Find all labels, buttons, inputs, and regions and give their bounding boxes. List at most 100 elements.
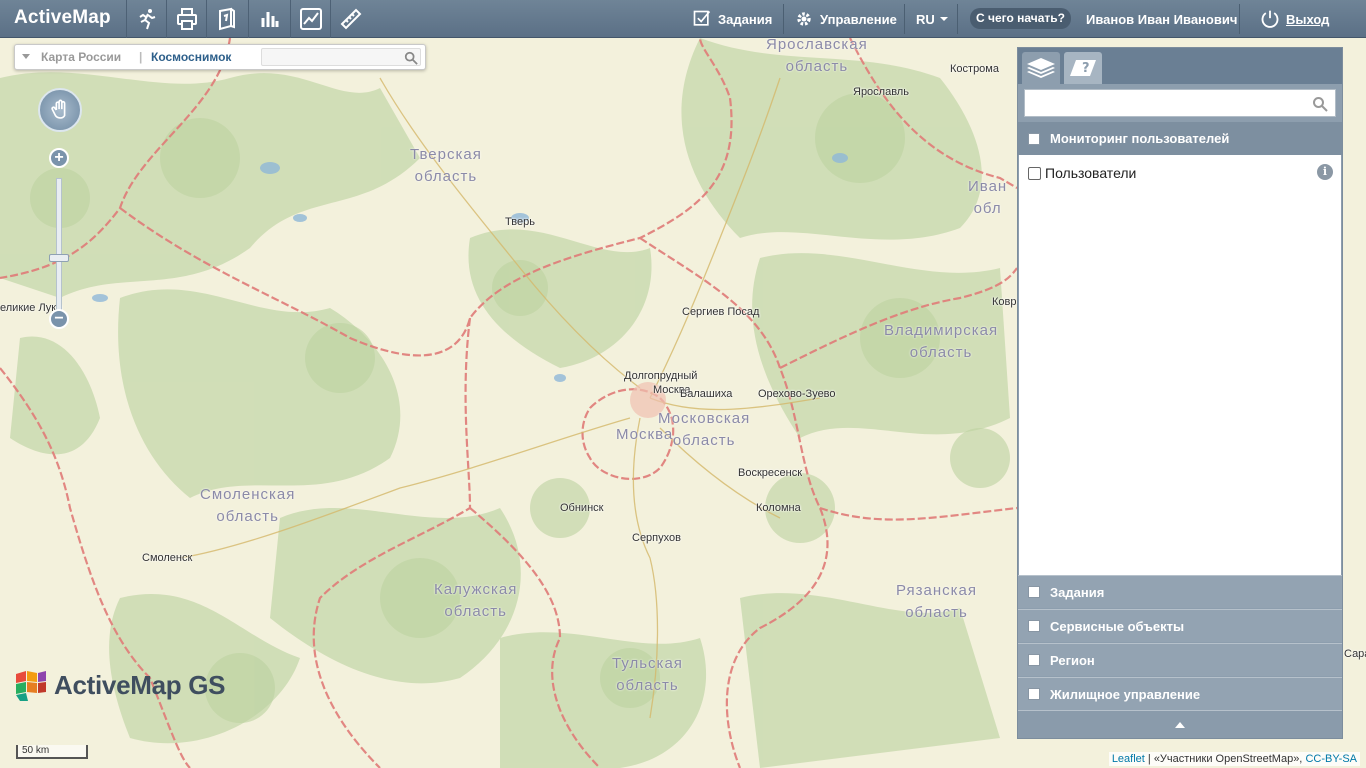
region-label: Смоленская область (200, 486, 296, 525)
book-icon (218, 7, 235, 31)
group-tasks[interactable]: Задания (1018, 575, 1342, 608)
line-chart-icon (299, 8, 322, 30)
zoom-slider[interactable] (56, 178, 62, 316)
chevron-down-icon (939, 17, 948, 21)
group-service-objects[interactable]: Сервисные объекты (1018, 609, 1342, 642)
language-value: RU (916, 11, 935, 27)
print-button[interactable] (166, 0, 206, 38)
measure-button[interactable] (330, 0, 370, 38)
city-label: Коломна (756, 502, 801, 514)
layer-label: Пользователи (1045, 165, 1137, 181)
logout-button[interactable]: Выход (1260, 0, 1329, 38)
group-checkbox[interactable] (1028, 620, 1040, 632)
getting-started-button[interactable]: С чего начать? (970, 8, 1071, 29)
statistics-button[interactable] (248, 0, 288, 38)
city-label: Ярославль (853, 86, 909, 98)
region-label: Москва (616, 426, 674, 443)
group-label: Задания (1050, 584, 1105, 600)
leaflet-link[interactable]: Leaflet (1112, 753, 1145, 765)
scale-bar: 50 km (16, 745, 88, 759)
group-checkbox[interactable] (1028, 688, 1040, 700)
attribution-text: | «Участники OpenStreetMap», (1144, 753, 1306, 765)
base-layer-switch: Карта России | Космоснимок (14, 44, 426, 70)
city-label: Воскресенск (738, 467, 803, 479)
city-label: Балашиха (680, 388, 733, 400)
info-icon[interactable]: i (1317, 164, 1333, 180)
group-checkbox[interactable] (1028, 132, 1040, 145)
hand-icon (51, 99, 66, 119)
tab-map-help[interactable]: ? (1064, 52, 1102, 84)
base-layer-russia-map[interactable]: Карта России (41, 50, 121, 64)
collapse-panel-button[interactable] (1018, 710, 1342, 738)
region-label: Иван обл (968, 178, 1008, 217)
zoom-in-button[interactable]: + (49, 148, 69, 168)
top-bar: ActiveMap Задания Управление RU С чего н… (0, 0, 1366, 38)
ruler-icon (340, 8, 361, 30)
layer-item-users[interactable]: Пользователи i (1028, 163, 1333, 183)
group-label: Жилищное управление (1050, 686, 1201, 702)
divider (904, 4, 905, 34)
city-label: Смоленск (142, 552, 193, 564)
city-label: Долгопрудный (624, 370, 698, 382)
map-attribution: Leaflet | «Участники OpenStreetMap», CC-… (1108, 752, 1360, 766)
chevron-down-icon[interactable] (22, 54, 30, 59)
region-label: Тульская область (612, 655, 683, 694)
tasks-label: Задания (718, 11, 773, 27)
logout-label: Выход (1286, 11, 1330, 27)
group-label: Мониторинг пользователей (1050, 131, 1230, 146)
group-body: Пользователи i (1019, 155, 1341, 575)
power-icon (1261, 10, 1279, 28)
management-menu[interactable]: Управление (794, 0, 897, 38)
group-user-monitoring[interactable]: Мониторинг пользователей (1018, 122, 1342, 155)
divider (1239, 4, 1240, 34)
group-label: Регион (1050, 652, 1095, 668)
group-checkbox[interactable] (1028, 586, 1040, 598)
graphs-button[interactable] (290, 0, 330, 38)
svg-text:?: ? (1082, 61, 1090, 76)
city-label: Серпухов (632, 532, 681, 544)
pan-control[interactable] (38, 88, 82, 132)
brand-logo: ActiveMap GS (14, 668, 226, 702)
region-label: Рязанская область (896, 582, 977, 621)
group-housing-management[interactable]: Жилищное управление (1018, 677, 1342, 710)
city-label: Кострома (950, 63, 999, 75)
user-name[interactable]: Иванов Иван Иванович (1086, 0, 1237, 38)
region-label: Владимирская область (884, 322, 999, 361)
runner-icon (138, 9, 155, 30)
printer-icon (176, 8, 197, 30)
language-select[interactable]: RU (916, 0, 948, 38)
help-map-icon: ? (1070, 60, 1096, 76)
zoom-slider-handle[interactable] (49, 254, 69, 262)
city-label: Сергиев Посад (682, 306, 760, 318)
group-label: Сервисные объекты (1050, 618, 1185, 634)
app-title: ActiveMap (14, 7, 111, 28)
management-label: Управление (820, 11, 897, 27)
gear-icon (797, 12, 811, 26)
zoom-out-button[interactable]: − (49, 309, 69, 329)
license-link[interactable]: CC-BY-SA (1305, 753, 1357, 765)
logo-mark-icon (16, 671, 46, 701)
chevron-up-icon (1175, 721, 1185, 728)
panel-tabs: ? (1018, 48, 1342, 84)
group-checkbox[interactable] (1028, 654, 1040, 666)
brand-logo-text: ActiveMap GS (54, 669, 226, 700)
search-icon[interactable] (404, 51, 418, 65)
city-label: Обнинск (560, 502, 604, 514)
map-search-input[interactable] (261, 48, 421, 66)
bar-chart-icon (261, 12, 278, 27)
group-region[interactable]: Регион (1018, 643, 1342, 676)
layers-panel: ? Мониторинг пользователей Пользователи … (1017, 47, 1343, 739)
layer-search-input[interactable] (1024, 89, 1336, 117)
tab-layers[interactable] (1022, 52, 1060, 84)
region-label: Тверская область (410, 146, 482, 185)
layers-icon (1027, 58, 1055, 78)
city-label: Орехово-Зуево (758, 388, 836, 400)
search-icon[interactable] (1312, 96, 1328, 112)
layer-checkbox[interactable] (1028, 166, 1041, 180)
city-label: Сара (1344, 648, 1366, 660)
tracking-tool-button[interactable] (126, 0, 166, 38)
tasks-menu[interactable]: Задания (692, 0, 772, 38)
reports-button[interactable] (206, 0, 246, 38)
base-layer-satellite[interactable]: Космоснимок (151, 50, 231, 64)
region-label: Калужская область (434, 581, 518, 620)
